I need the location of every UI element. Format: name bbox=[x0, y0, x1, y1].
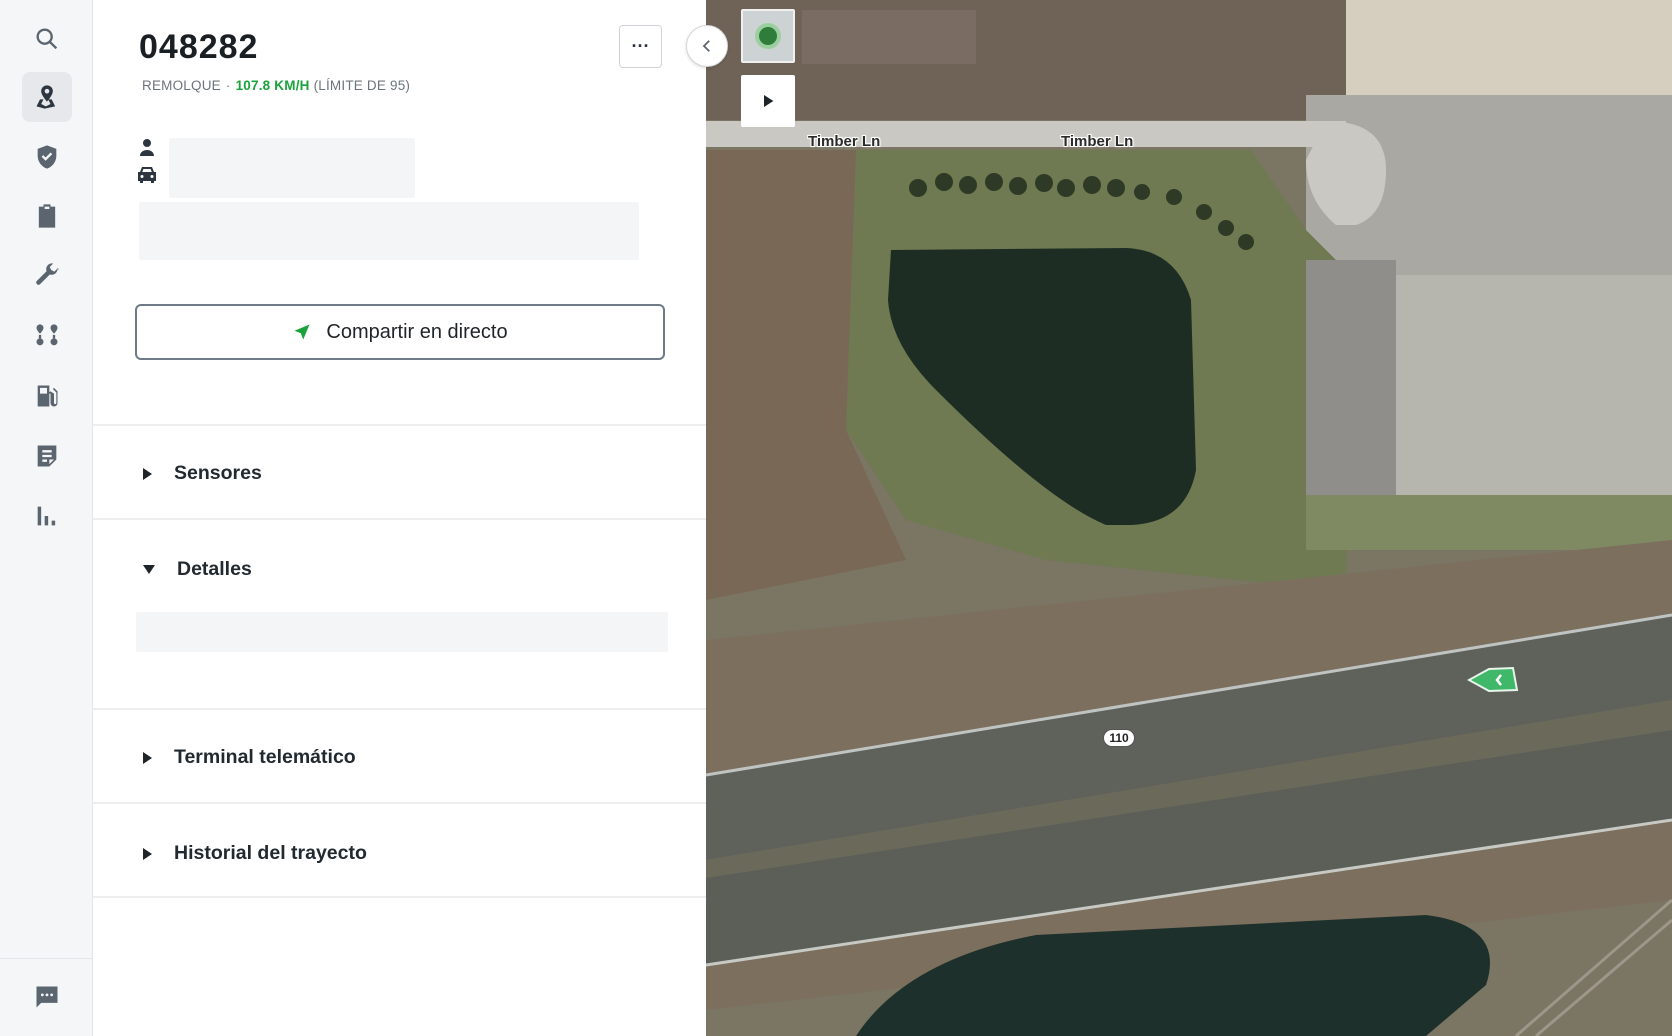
satellite-map[interactable]: Timber Ln Timber Ln bbox=[706, 0, 1672, 1036]
vehicle-icon bbox=[135, 163, 159, 187]
section-sensors[interactable]: Sensores bbox=[93, 424, 706, 518]
vehicle-detail-panel: 048282 REMOLQUE · 107.8 KM/H (LÍMITE DE 95… bbox=[93, 0, 706, 1036]
caret-right-icon bbox=[143, 751, 152, 764]
nav-search-button[interactable] bbox=[22, 14, 72, 64]
redacted-details-content bbox=[136, 612, 668, 652]
nav-map-button[interactable] bbox=[22, 72, 72, 122]
panel-bottom-divider bbox=[93, 896, 706, 898]
section-details-header[interactable]: Detalles bbox=[143, 558, 252, 581]
satellite-imagery bbox=[706, 0, 1672, 1036]
section-trip-history-label: Historial del trayecto bbox=[174, 842, 367, 864]
feedback-button[interactable] bbox=[22, 972, 72, 1022]
nav-dispatch-button[interactable] bbox=[22, 311, 72, 361]
vehicle-marker[interactable] bbox=[1466, 666, 1519, 694]
nav-reports-button[interactable] bbox=[22, 491, 72, 541]
collapse-panel-button[interactable] bbox=[686, 25, 728, 67]
redacted-driver-info bbox=[169, 138, 415, 198]
chevron-left-icon bbox=[702, 40, 710, 52]
section-trip-history[interactable]: Historial del trayecto bbox=[93, 802, 706, 896]
rail-divider bbox=[0, 958, 93, 959]
document-icon bbox=[37, 445, 57, 467]
route-icon bbox=[36, 324, 58, 346]
road-label: Timber Ln bbox=[1061, 133, 1134, 150]
section-telematics[interactable]: Terminal telemático bbox=[93, 708, 706, 802]
vehicle-type: REMOLQUE bbox=[142, 78, 221, 93]
layer-icon bbox=[755, 23, 781, 49]
chat-icon bbox=[36, 986, 58, 1008]
more-options-button[interactable]: ··· bbox=[619, 25, 662, 68]
driver-icon bbox=[135, 136, 159, 160]
vehicle-speed: 107.8 KM/H bbox=[235, 78, 310, 93]
route-shield: 110 bbox=[1103, 729, 1135, 747]
shield-check-icon bbox=[37, 145, 57, 169]
speed-limit: (LÍMITE DE 95) bbox=[313, 78, 411, 93]
redacted-location-info bbox=[139, 202, 639, 260]
bar-chart-icon bbox=[37, 506, 56, 526]
playback-button[interactable] bbox=[741, 75, 795, 127]
nav-compliance-button[interactable] bbox=[22, 191, 72, 241]
caret-down-icon bbox=[143, 565, 155, 574]
nav-documents-button[interactable] bbox=[22, 431, 72, 481]
wrench-icon bbox=[36, 263, 59, 285]
section-sensors-header[interactable]: Sensores bbox=[143, 462, 262, 485]
section-details-label: Detalles bbox=[177, 558, 252, 580]
search-icon bbox=[36, 28, 58, 50]
nav-rail bbox=[0, 0, 93, 1036]
section-telematics-header[interactable]: Terminal telemático bbox=[143, 746, 356, 769]
vehicle-direction-arrow-icon bbox=[1466, 666, 1519, 693]
nav-maintenance-button[interactable] bbox=[22, 251, 72, 301]
map-layer-toggle[interactable] bbox=[741, 9, 795, 63]
navigation-arrow-icon bbox=[294, 324, 310, 340]
nav-safety-button[interactable] bbox=[22, 132, 72, 182]
redacted-map-overlay bbox=[802, 10, 976, 64]
map-pin-icon bbox=[36, 85, 56, 109]
section-trip-history-header[interactable]: Historial del trayecto bbox=[143, 842, 367, 865]
section-sensors-label: Sensores bbox=[174, 462, 262, 484]
road-label: Timber Ln bbox=[808, 133, 881, 150]
section-telematics-label: Terminal telemático bbox=[174, 746, 356, 768]
nav-fuel-button[interactable] bbox=[22, 371, 72, 421]
caret-right-icon bbox=[143, 467, 152, 480]
clipboard-icon bbox=[38, 204, 56, 228]
vehicle-id-title: 048282 bbox=[139, 28, 259, 66]
share-live-label: Compartir en directo bbox=[326, 320, 508, 343]
fuel-icon bbox=[37, 385, 58, 407]
share-live-button[interactable]: Compartir en directo bbox=[135, 304, 665, 360]
play-icon bbox=[764, 95, 774, 107]
vehicle-meta: REMOLQUE · 107.8 KM/H (LÍMITE DE 95) bbox=[142, 78, 410, 93]
caret-right-icon bbox=[143, 847, 152, 860]
meta-separator: · bbox=[225, 78, 231, 93]
